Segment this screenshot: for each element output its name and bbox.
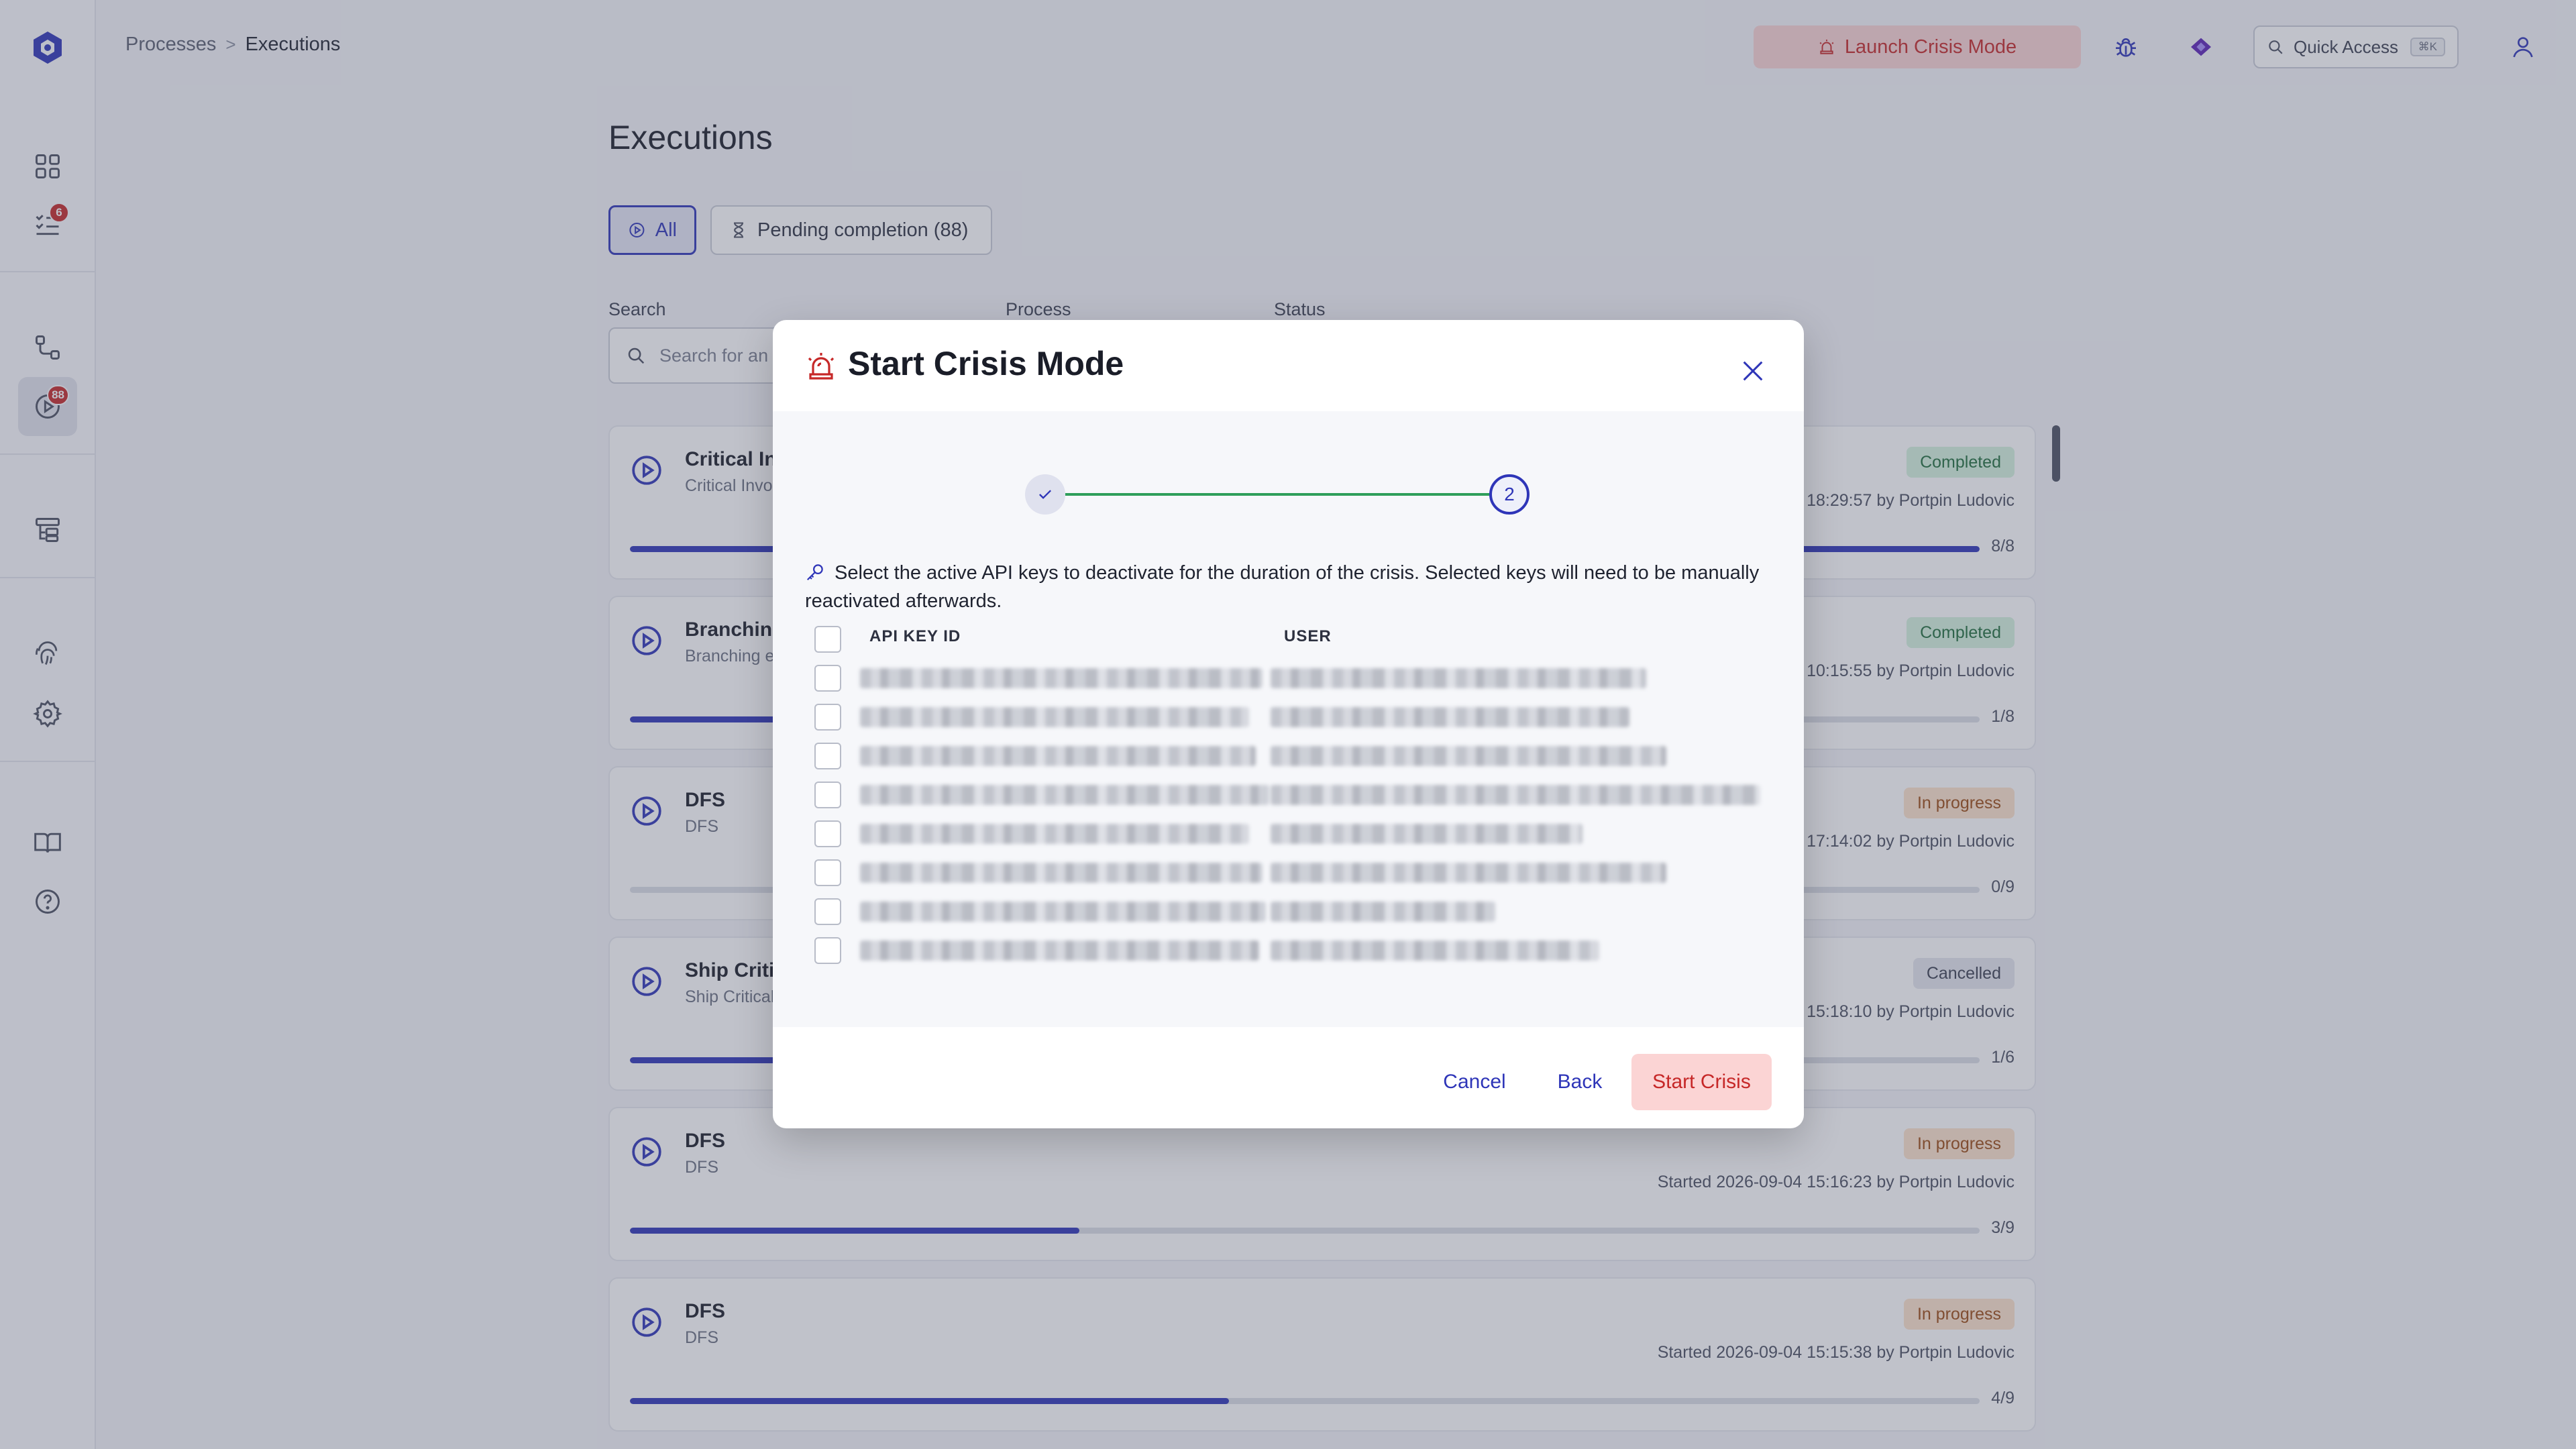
siren-icon bbox=[808, 353, 835, 380]
redacted-user bbox=[1271, 863, 1666, 883]
column-user: USER bbox=[1284, 627, 1332, 645]
step-2-current: 2 bbox=[1489, 474, 1529, 515]
redacted-user bbox=[1271, 746, 1666, 766]
redacted-api-key-id bbox=[860, 746, 1256, 766]
step-1-complete bbox=[1025, 474, 1065, 515]
dialog-header: Start Crisis Mode bbox=[773, 320, 1804, 411]
redacted-api-key-id bbox=[860, 824, 1249, 844]
redacted-api-key-id bbox=[860, 902, 1266, 922]
back-button[interactable]: Back bbox=[1538, 1054, 1622, 1110]
check-icon bbox=[1039, 490, 1051, 499]
api-key-checkbox[interactable] bbox=[814, 859, 841, 886]
cancel-button[interactable]: Cancel bbox=[1430, 1054, 1519, 1110]
redacted-api-key-id bbox=[860, 941, 1259, 961]
close-icon[interactable] bbox=[1739, 358, 1766, 384]
stepper-connector bbox=[1065, 493, 1489, 496]
redacted-user bbox=[1271, 668, 1646, 688]
redacted-api-key-id bbox=[860, 785, 1269, 805]
dialog-body: 2 Select the active API keys to deactiva… bbox=[773, 411, 1804, 1027]
redacted-user bbox=[1271, 785, 1760, 805]
crisis-mode-dialog: Start Crisis Mode 2 Select the active AP… bbox=[773, 320, 1804, 1128]
dialog-instruction-text: Select the active API keys to deactivate… bbox=[805, 562, 1760, 612]
dialog-title: Start Crisis Mode bbox=[848, 345, 1124, 382]
redacted-api-key-id bbox=[860, 707, 1249, 727]
api-key-checkbox[interactable] bbox=[814, 898, 841, 925]
redacted-api-key-id bbox=[860, 668, 1263, 688]
select-all-checkbox[interactable] bbox=[814, 626, 841, 653]
redacted-user bbox=[1271, 824, 1582, 844]
key-icon bbox=[806, 564, 823, 581]
api-key-checkbox[interactable] bbox=[814, 743, 841, 769]
api-key-checkbox[interactable] bbox=[814, 820, 841, 847]
redacted-api-key-id bbox=[860, 863, 1263, 883]
redacted-user bbox=[1271, 902, 1495, 922]
start-crisis-button[interactable]: Start Crisis bbox=[1631, 1054, 1772, 1110]
dialog-footer: Cancel Back Start Crisis bbox=[773, 1027, 1804, 1128]
api-key-checkbox[interactable] bbox=[814, 782, 841, 808]
redacted-user bbox=[1271, 707, 1629, 727]
api-key-checkbox[interactable] bbox=[814, 937, 841, 964]
dialog-instruction: Select the active API keys to deactivate… bbox=[805, 559, 1778, 615]
api-key-checkbox[interactable] bbox=[814, 704, 841, 731]
column-api-key-id: API KEY ID bbox=[869, 627, 961, 645]
api-key-checkbox[interactable] bbox=[814, 665, 841, 692]
redacted-user bbox=[1271, 941, 1599, 961]
